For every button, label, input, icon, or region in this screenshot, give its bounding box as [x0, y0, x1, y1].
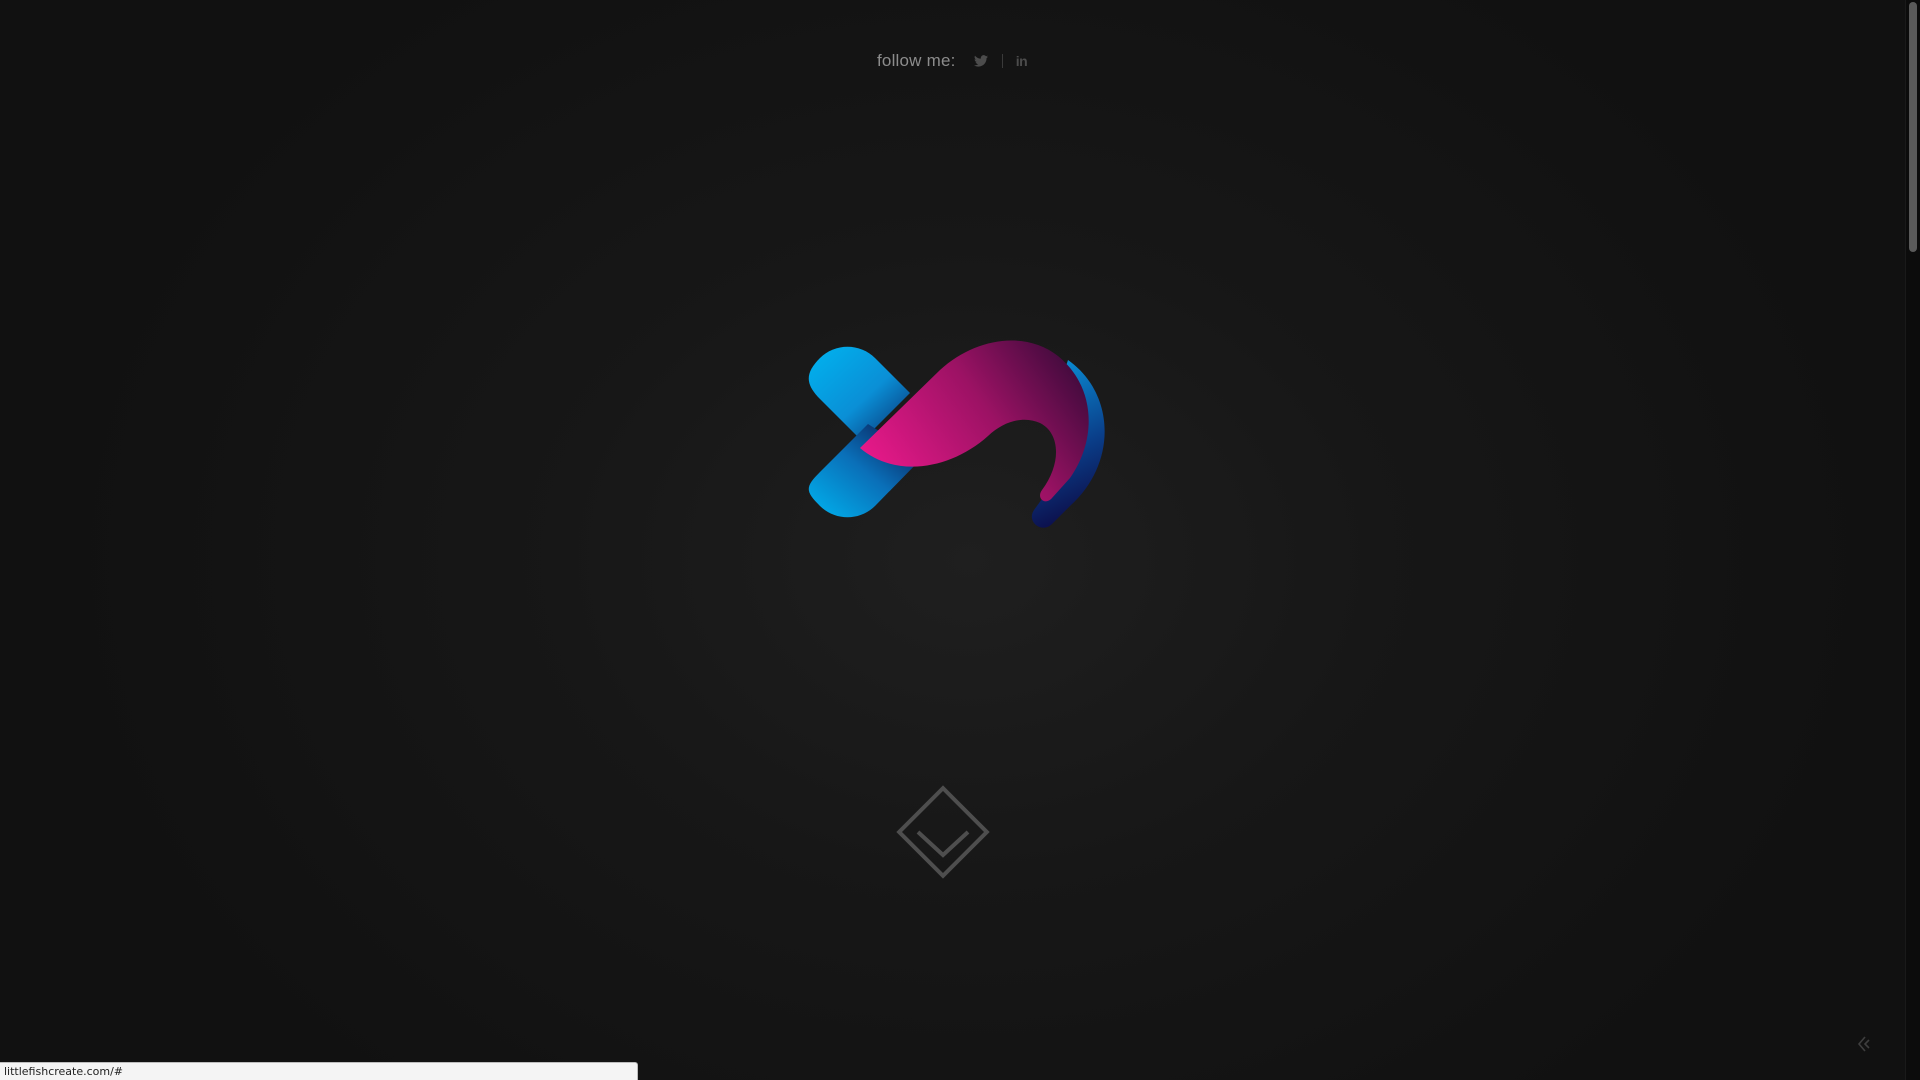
follow-bar: follow me: in — [877, 48, 1033, 74]
twitter-icon — [973, 55, 988, 67]
linkedin-icon: in — [1015, 53, 1028, 69]
chevron-down-diamond-icon — [896, 785, 990, 879]
scroll-down-button[interactable] — [886, 775, 1000, 889]
social-divider — [1001, 54, 1003, 68]
status-bar: littlefishcreate.com/# — [0, 1062, 638, 1080]
follow-label: follow me: — [877, 51, 956, 70]
arrow-left-icon — [1857, 1036, 1870, 1052]
linkedin-link[interactable]: in — [1011, 50, 1033, 72]
status-url: littlefishcreate.com/# — [4, 1065, 124, 1078]
page: follow me: in — [0, 0, 1905, 1080]
littlefish-logo — [808, 340, 1105, 528]
twitter-link[interactable] — [970, 50, 992, 72]
scrollbar-thumb[interactable] — [1909, 2, 1917, 252]
back-arrow-button[interactable] — [1854, 1034, 1874, 1054]
page-scrollbar[interactable] — [1905, 0, 1920, 1080]
